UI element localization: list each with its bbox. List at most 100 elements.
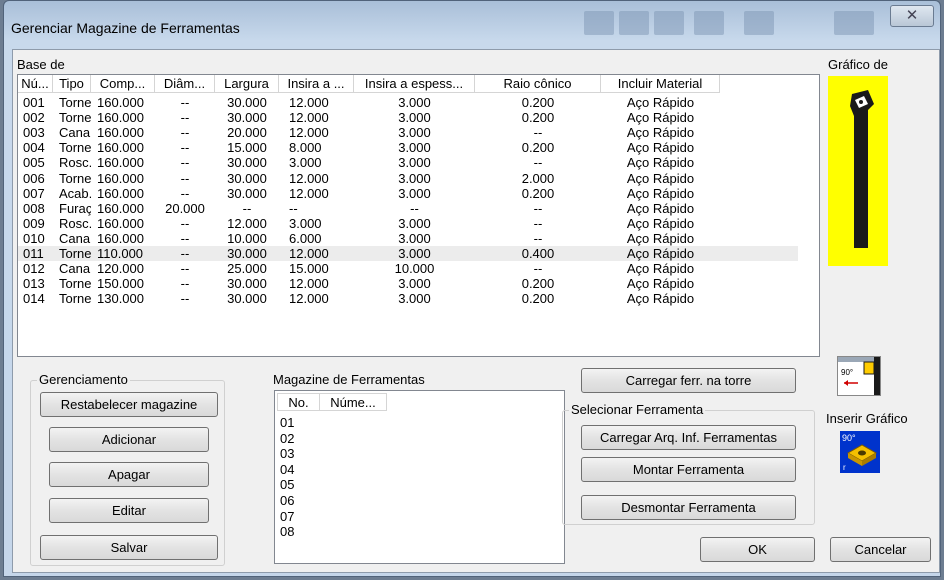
table-cell: 30.000 <box>227 246 267 261</box>
table-cell: -- <box>180 125 190 141</box>
table-cell: 10.000 <box>227 230 267 246</box>
column-header[interactable]: Incluir Material <box>601 75 720 93</box>
magazine-slot-row[interactable]: 02 <box>280 431 550 446</box>
tool-base-table[interactable]: Nú... Tipo Comp... Diâm... Largura Insira a .… <box>17 74 820 357</box>
column-header[interactable]: Diâm... <box>155 75 215 93</box>
mount-orientation-icon: 90° <box>837 356 881 396</box>
table-cell: Furaç... <box>59 200 91 216</box>
table-cell: -- <box>180 185 190 201</box>
table-cell: 12.000 <box>289 185 329 201</box>
insert-graphic-button[interactable]: 90° r <box>840 431 880 473</box>
table-cell: 25.000 <box>227 261 267 277</box>
magazine-slot-row[interactable]: 03 <box>280 446 550 461</box>
magazine-slot-row[interactable]: 06 <box>280 493 550 508</box>
table-row[interactable]: 006 Torne... 160.000 -- 30.000 12.000 3.000 2.0… <box>18 171 798 186</box>
table-cell: -- <box>180 215 190 231</box>
close-button[interactable]: ✕ <box>890 5 934 27</box>
column-header[interactable]: Insira a ... <box>279 75 354 93</box>
table-row[interactable]: 013 Torne... 150.000 -- 30.000 12.000 3.000 0.2… <box>18 276 798 291</box>
delete-button[interactable]: Apagar <box>49 462 209 487</box>
table-cell: 30.000 <box>227 95 267 110</box>
table-cell: 001 <box>23 95 45 110</box>
table-cell: 30.000 <box>227 291 267 307</box>
add-button[interactable]: Adicionar <box>49 427 209 452</box>
column-header[interactable]: Insira a espess... <box>354 75 475 93</box>
graphic-label: Gráfico de <box>828 57 888 72</box>
magazine-slot-row[interactable]: 01 <box>280 415 550 430</box>
background-window-ghost <box>834 11 874 35</box>
table-cell: Aço Rápido <box>626 185 695 201</box>
table-row[interactable]: 010 Canal ... 160.000 -- 10.000 6.000 3.000 -- A… <box>18 231 798 246</box>
table-cell: Rosc... <box>59 215 91 231</box>
table-row[interactable]: 001 Torne... 160.000 -- 30.000 12.000 3.000 0.2… <box>18 95 798 110</box>
table-cell: -- <box>242 200 252 216</box>
edit-button[interactable]: Editar <box>49 498 209 523</box>
table-cell: Torne... <box>59 291 91 307</box>
table-cell: Aço Rápido <box>626 215 695 231</box>
table-cell: 160.000 <box>97 185 144 201</box>
column-header[interactable]: Nú... <box>18 75 53 93</box>
table-cell: 12.000 <box>289 110 329 126</box>
table-cell: Canal ... <box>59 261 91 277</box>
table-cell: 006 <box>23 170 45 186</box>
magazine-column-header[interactable]: No. <box>277 393 320 411</box>
cancel-button[interactable]: Cancelar <box>830 537 931 562</box>
table-cell: -- <box>180 230 190 246</box>
table-cell: 12.000 <box>289 170 329 186</box>
ok-button[interactable]: OK <box>700 537 815 562</box>
unmount-tool-button[interactable]: Desmontar Ferramenta <box>581 495 796 520</box>
table-cell: Torne... <box>59 170 91 186</box>
column-header[interactable]: Raio cônico <box>475 75 601 93</box>
table-row[interactable]: 004 Torne... 160.000 -- 15.000 8.000 3.000 0.20… <box>18 140 798 155</box>
background-window-ghost <box>744 11 774 35</box>
table-row[interactable]: 012 Canal ... 120.000 -- 25.000 15.000 10.000 -… <box>18 261 798 276</box>
table-row[interactable]: 008 Furaç... 160.000 20.000 -- -- -- -- Aço Rápi… <box>18 201 798 216</box>
magazine-column-header[interactable]: Núme... <box>320 393 387 411</box>
table-row[interactable]: 014 Torne... 130.000 -- 30.000 12.000 3.000 0.2… <box>18 291 798 306</box>
insert-graphic-icon: 90° r <box>842 433 878 472</box>
magazine-slot-row[interactable]: 04 <box>280 462 550 477</box>
table-row[interactable]: 002 Torne... 160.000 -- 30.000 12.000 3.000 0.2… <box>18 110 798 125</box>
table-row[interactable]: 011 Torne... 110.000 -- 30.000 12.000 3.000 0.4… <box>18 246 798 261</box>
table-cell: 0.200 <box>521 95 555 110</box>
magazine-slot-row[interactable]: 05 <box>280 477 550 492</box>
table-cell: -- <box>289 200 298 216</box>
insert-graphic-label: Inserir Gráfico <box>826 411 908 426</box>
save-button[interactable]: Salvar <box>40 535 218 560</box>
column-header[interactable]: Comp... <box>91 75 155 93</box>
table-cell: -- <box>180 155 190 171</box>
table-row[interactable]: 003 Canal ... 160.000 -- 20.000 12.000 3.000 --… <box>18 125 798 140</box>
magazine-slot-row[interactable]: 08 <box>280 524 550 539</box>
mount-tool-button[interactable]: Montar Ferramenta <box>581 457 796 482</box>
table-cell: -- <box>180 140 190 156</box>
table-cell: Aço Rápido <box>626 246 695 261</box>
load-tool-info-file-button[interactable]: Carregar Arq. Inf. Ferramentas <box>581 425 796 450</box>
table-cell: 20.000 <box>227 125 267 141</box>
table-cell: Rosc... <box>59 155 91 171</box>
table-cell: 150.000 <box>97 276 144 292</box>
reset-magazine-button[interactable]: Restabelecer magazine <box>40 392 218 417</box>
column-header[interactable]: Tipo <box>53 75 91 93</box>
column-header[interactable]: Largura <box>215 75 279 93</box>
magazine-list[interactable]: No. Núme... 01 02 03 04 05 06 07 08 <box>274 390 565 564</box>
table-cell: 12.000 <box>289 125 329 141</box>
title-bar[interactable]: Gerenciar Magazine de Ferramentas ✕ <box>4 1 940 41</box>
magazine-slot-row[interactable]: 07 <box>280 509 550 524</box>
table-row[interactable]: 009 Rosc... 160.000 -- 12.000 3.000 3.000 -- Aço… <box>18 216 798 231</box>
table-cell: 009 <box>23 215 45 231</box>
table-cell: Torne... <box>59 95 91 110</box>
table-cell: Acab... <box>59 185 91 201</box>
dialog-window: Gerenciar Magazine de Ferramentas ✕ Base… <box>3 0 941 577</box>
table-cell: Aço Rápido <box>626 95 695 110</box>
tool-graphic-preview <box>828 76 888 266</box>
table-cell: 6.000 <box>289 230 322 246</box>
table-cell: 3.000 <box>398 246 431 261</box>
table-cell: -- <box>180 261 190 277</box>
table-row[interactable]: 007 Acab... 160.000 -- 30.000 12.000 3.000 0.20… <box>18 186 798 201</box>
table-cell: 008 <box>23 200 45 216</box>
table-cell: 30.000 <box>227 155 267 171</box>
table-row[interactable]: 005 Rosc... 160.000 -- 30.000 3.000 3.000 -- Aço… <box>18 155 798 170</box>
table-cell: Aço Rápido <box>626 291 695 307</box>
load-turret-button[interactable]: Carregar ferr. na torre <box>581 368 796 393</box>
window-title: Gerenciar Magazine de Ferramentas <box>11 20 240 36</box>
